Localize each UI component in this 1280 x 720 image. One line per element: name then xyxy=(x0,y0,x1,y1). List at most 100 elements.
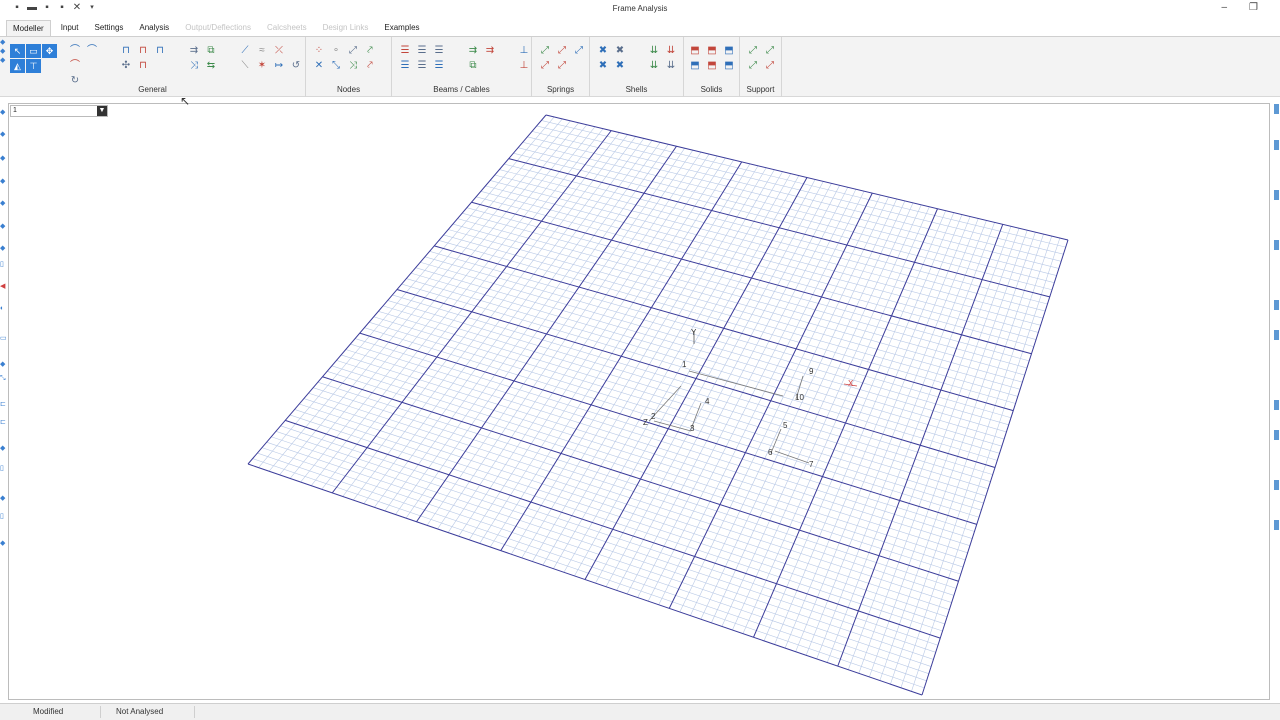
spring-add-icon[interactable]: ⤢ xyxy=(538,44,552,57)
tool-pin-icon[interactable]: ▯ xyxy=(0,261,6,268)
chevron-down-icon[interactable]: ▼ xyxy=(97,106,107,116)
model-grid[interactable]: 1 2 3 4 5 6 7 9 10 Y Z X xyxy=(9,104,1271,701)
tool-pin-icon[interactable]: ⤡ xyxy=(0,375,6,382)
copy-icon[interactable]: ⧉ xyxy=(204,44,218,57)
right-tool-marker[interactable] xyxy=(1274,520,1279,530)
undo-icon[interactable]: ↺ xyxy=(289,59,303,72)
shell-orient-icon[interactable]: ⇊ xyxy=(664,44,678,57)
tab-analysis[interactable]: Analysis xyxy=(133,20,175,36)
tool-pin-icon[interactable]: ◐ xyxy=(0,305,6,312)
beam-join-icon[interactable]: ☰ xyxy=(432,44,446,57)
dimension-icon[interactable]: ↦ xyxy=(272,59,286,72)
node-delete-icon[interactable]: ✕ xyxy=(312,59,326,72)
portal-icon[interactable]: ⊓ xyxy=(153,44,167,57)
frame-icon[interactable]: ⊓ xyxy=(119,44,133,57)
tool-pin-icon[interactable]: ◆ xyxy=(0,245,6,252)
release-red-icon[interactable]: ⊥ xyxy=(517,59,531,72)
trim-icon[interactable]: ⟍ xyxy=(238,59,252,72)
solid-mesh-icon[interactable]: ⬒ xyxy=(705,44,719,57)
support-prop-icon[interactable]: ⤢ xyxy=(746,59,760,72)
tool-pin-icon[interactable]: ▯ xyxy=(0,513,6,520)
tool-pin-icon[interactable]: ▯ xyxy=(0,465,6,472)
right-tool-marker[interactable] xyxy=(1274,140,1279,150)
tool-pin-icon[interactable]: ◆ xyxy=(0,48,6,55)
right-tool-marker[interactable] xyxy=(1274,480,1279,490)
select-box-icon[interactable]: ▭ xyxy=(26,44,41,58)
node-label[interactable]: 1 xyxy=(682,360,687,369)
spring-check-icon[interactable]: ⤢ xyxy=(555,59,569,72)
select-pointer-icon[interactable]: ↖ xyxy=(10,44,25,58)
right-tool-marker[interactable] xyxy=(1274,430,1279,440)
tool-pin-icon[interactable]: ⊏ xyxy=(0,401,6,408)
cable-add-icon[interactable]: ⇉ xyxy=(466,44,480,57)
mirror-icon[interactable]: ⇆ xyxy=(204,59,218,72)
support-edit-icon[interactable]: ⤢ xyxy=(763,44,777,57)
node-label[interactable]: 3 xyxy=(690,424,695,433)
node-grid-icon[interactable]: ∘ xyxy=(329,44,343,57)
solid-prop-icon[interactable]: ⬒ xyxy=(722,44,736,57)
shell-thick-icon[interactable]: ⇊ xyxy=(647,59,661,72)
node-merge-icon[interactable]: ⤤ xyxy=(363,44,377,57)
shell-add-icon[interactable]: ✖ xyxy=(596,44,610,57)
tool-pin-icon[interactable]: ◆ xyxy=(0,178,6,185)
arc-alt-icon[interactable]: ⌒ xyxy=(85,44,99,57)
restore-icon[interactable]: ❐ xyxy=(1249,2,1258,13)
rotate-frame-icon[interactable]: ⊓ xyxy=(136,59,150,72)
solid-split-icon[interactable]: ⬒ xyxy=(688,59,702,72)
tool-pin-icon[interactable]: ◆ xyxy=(0,445,6,452)
tool-pin-icon[interactable]: ◆ xyxy=(0,223,6,230)
right-tool-marker[interactable] xyxy=(1274,330,1279,340)
align-icon[interactable]: ⇉ xyxy=(187,44,201,57)
minimize-icon[interactable]: – xyxy=(1221,2,1227,13)
move-icon[interactable]: ✣ xyxy=(119,59,133,72)
tool-pin-icon[interactable]: ◆ xyxy=(0,131,6,138)
model-viewport[interactable]: 1 2 3 4 5 6 7 9 10 Y Z X xyxy=(8,103,1270,700)
spring-prop-icon[interactable]: ⤢ xyxy=(572,44,586,57)
shell-delete-icon[interactable]: ✖ xyxy=(613,59,627,72)
tab-settings[interactable]: Settings xyxy=(88,20,129,36)
delete-node-icon[interactable]: ⤫ xyxy=(272,44,286,57)
beam-add-icon[interactable]: ☰ xyxy=(398,44,412,57)
node-label[interactable]: 2 xyxy=(651,412,656,421)
node-move-icon[interactable]: ⤢ xyxy=(346,44,360,57)
arc-icon[interactable]: ⌒ xyxy=(68,44,82,57)
add-node-icon[interactable]: ⁘ xyxy=(312,44,326,57)
node-label[interactable]: 7 xyxy=(809,460,814,469)
tool-marker-icon[interactable]: ◀ xyxy=(0,283,6,290)
shell-split-icon[interactable]: ✖ xyxy=(596,59,610,72)
cable-prop-icon[interactable]: ⧉ xyxy=(466,59,480,72)
support-delete-icon[interactable]: ⤢ xyxy=(763,59,777,72)
right-tool-marker[interactable] xyxy=(1274,104,1279,114)
arc-red-icon[interactable]: ⌒ xyxy=(68,59,82,72)
right-tool-marker[interactable] xyxy=(1274,190,1279,200)
member[interactable] xyxy=(774,450,810,464)
beam-orient-icon[interactable]: ☰ xyxy=(415,59,429,72)
shell-mesh-icon[interactable]: ✖ xyxy=(613,44,627,57)
tool-pin-icon[interactable]: ◆ xyxy=(0,39,6,46)
tool-pin-icon[interactable]: ◆ xyxy=(0,540,6,547)
tab-examples[interactable]: Examples xyxy=(378,20,425,36)
spring-delete-icon[interactable]: ⤢ xyxy=(538,59,552,72)
beam-offset-icon[interactable]: ☰ xyxy=(432,59,446,72)
select-member-icon[interactable]: ⊤ xyxy=(26,59,41,73)
split-icon[interactable]: ⟋ xyxy=(238,44,252,57)
node-label[interactable]: 4 xyxy=(705,397,710,406)
node-renumber-icon[interactable]: ⤨ xyxy=(346,59,360,72)
solid-check-icon[interactable]: ⬒ xyxy=(722,59,736,72)
tab-input[interactable]: Input xyxy=(55,20,85,36)
tool-pin-icon[interactable]: ⊏ xyxy=(0,419,6,426)
tool-pin-icon[interactable]: ◆ xyxy=(0,155,6,162)
scale-icon[interactable]: ⤨ xyxy=(187,59,201,72)
solid-add-icon[interactable]: ⬒ xyxy=(688,44,702,57)
shell-check-icon[interactable]: ⇊ xyxy=(664,59,678,72)
node-divide-icon[interactable]: ⤡ xyxy=(329,59,343,72)
tool-pin-icon[interactable]: ◆ xyxy=(0,495,6,502)
node-check-icon[interactable]: ⤤ xyxy=(363,59,377,72)
support-add-icon[interactable]: ⤢ xyxy=(746,44,760,57)
extend-icon[interactable]: ✶ xyxy=(255,59,269,72)
right-tool-marker[interactable] xyxy=(1274,240,1279,250)
frame-red-icon[interactable]: ⊓ xyxy=(136,44,150,57)
node-label[interactable]: 9 xyxy=(809,367,814,376)
beam-prop-icon[interactable]: ☰ xyxy=(398,59,412,72)
solid-delete-icon[interactable]: ⬒ xyxy=(705,59,719,72)
